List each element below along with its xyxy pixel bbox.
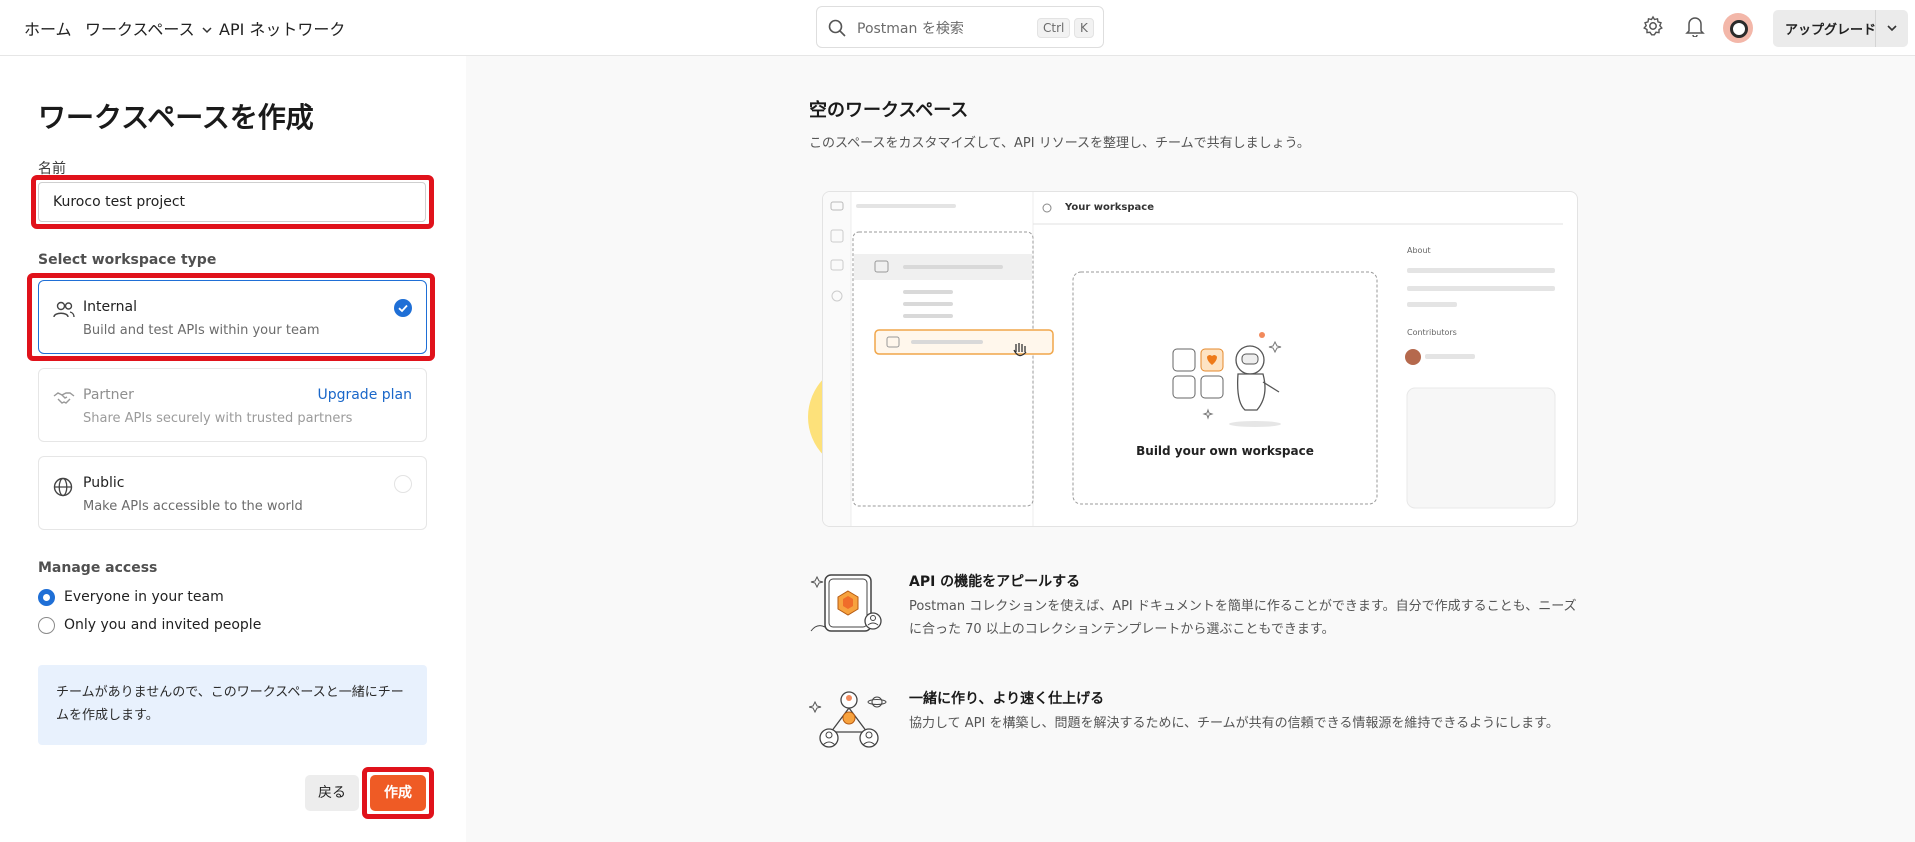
internal-desc: Build and test APIs within your team xyxy=(83,323,320,338)
create-workspace-panel: ワークスペースを作成 名前 Select workspace type Inte… xyxy=(0,56,466,842)
search-icon xyxy=(827,18,847,42)
illus-workspace-label: Your workspace xyxy=(1065,202,1154,213)
chevron-down-icon xyxy=(201,21,213,40)
radio-invited[interactable] xyxy=(38,617,55,634)
partner-desc: Share APIs securely with trusted partner… xyxy=(83,411,353,426)
feature-collaborate-desc: 協力して API を構築し、問題を解決するために、チームが共有の信頼できる情報源… xyxy=(909,716,1559,731)
bell-icon[interactable] xyxy=(1685,15,1705,41)
workspace-type-label: Select workspace type xyxy=(38,252,217,268)
feature-showcase-title: API の機能をアピールする xyxy=(909,574,1081,590)
upgrade-plan-link[interactable]: Upgrade plan xyxy=(317,387,412,403)
collection-showcase-icon xyxy=(809,571,889,641)
workspace-illustration: Your workspace Build your own workspace … xyxy=(822,191,1578,527)
upgrade-button[interactable]: アップグレード xyxy=(1773,10,1908,47)
access-option-invited-label: Only you and invited people xyxy=(64,617,262,633)
nav-workspaces[interactable]: ワークスペース xyxy=(85,16,213,40)
feature-collaborate-title: 一緒に作り、より速く仕上げる xyxy=(909,691,1105,707)
search-placeholder: Postman を検索 xyxy=(857,21,964,37)
avatar[interactable] xyxy=(1723,13,1753,43)
check-icon xyxy=(394,299,412,317)
internal-title: Internal xyxy=(83,299,137,315)
workspace-type-partner: Partner Share APIs securely with trusted… xyxy=(38,368,427,442)
chevron-down-icon[interactable] xyxy=(1885,21,1899,39)
people-icon xyxy=(53,301,75,323)
search-bar[interactable]: Postman を検索 Ctrl K xyxy=(816,6,1104,48)
illus-contributors-label: Contributors xyxy=(1407,328,1457,337)
partner-title: Partner xyxy=(83,387,134,403)
manage-access-label: Manage access xyxy=(38,560,158,576)
gear-icon[interactable] xyxy=(1642,15,1664,41)
handshake-icon xyxy=(53,389,75,411)
team-collaboration-icon xyxy=(808,688,889,758)
feature-showcase-desc: Postman コレクションを使えば、API ドキュメントを簡単に作ることができ… xyxy=(909,599,1577,637)
globe-icon xyxy=(53,477,73,501)
name-label: 名前 xyxy=(38,161,66,177)
upgrade-label: アップグレード xyxy=(1785,23,1877,38)
workspace-illustration-svg xyxy=(823,192,1563,526)
nav-api-network[interactable]: API ネットワーク xyxy=(219,16,345,40)
nav-home[interactable]: ホーム xyxy=(24,16,72,40)
illus-build-label: Build your own workspace xyxy=(1136,444,1314,458)
page-title: ワークスペースを作成 xyxy=(38,101,314,134)
upgrade-divider xyxy=(1875,10,1876,47)
public-radio[interactable] xyxy=(394,475,412,493)
illus-about-label: About xyxy=(1407,246,1431,255)
workspace-preview-panel: 空のワークスペース このスペースをカスタマイズして、API リソースを整理し、チ… xyxy=(466,56,1915,842)
top-bar: ホーム ワークスペース API ネットワーク Postman を検索 Ctrl … xyxy=(0,0,1915,56)
access-option-team-label: Everyone in your team xyxy=(64,589,224,605)
radio-team[interactable] xyxy=(38,589,55,606)
feature-collaborate: 一緒に作り、より速く仕上げる 協力して API を構築し、問題を解決するために、… xyxy=(808,688,1609,778)
nav-workspaces-label: ワークスペース xyxy=(85,20,195,39)
shortcut-ctrl: Ctrl xyxy=(1037,18,1071,38)
create-button[interactable]: 作成 xyxy=(370,775,426,811)
workspace-type-public[interactable]: Public Make APIs accessible to the world xyxy=(38,456,427,530)
preview-subtitle: このスペースをカスタマイズして、API リソースを整理し、チームで共有しましょう… xyxy=(809,136,1310,151)
public-title: Public xyxy=(83,475,125,491)
workspace-type-internal[interactable]: Internal Build and test APIs within your… xyxy=(38,280,427,354)
back-button[interactable]: 戻る xyxy=(305,775,359,811)
shortcut-k: K xyxy=(1074,18,1094,38)
public-desc: Make APIs accessible to the world xyxy=(83,499,303,514)
preview-title: 空のワークスペース xyxy=(809,100,969,121)
info-message: チームがありませんので、このワークスペースと一緒にチームを作成します。 xyxy=(38,665,427,745)
workspace-name-input[interactable] xyxy=(38,182,426,222)
feature-showcase: API の機能をアピールする Postman コレクションを使えば、API ドキ… xyxy=(809,571,1609,661)
